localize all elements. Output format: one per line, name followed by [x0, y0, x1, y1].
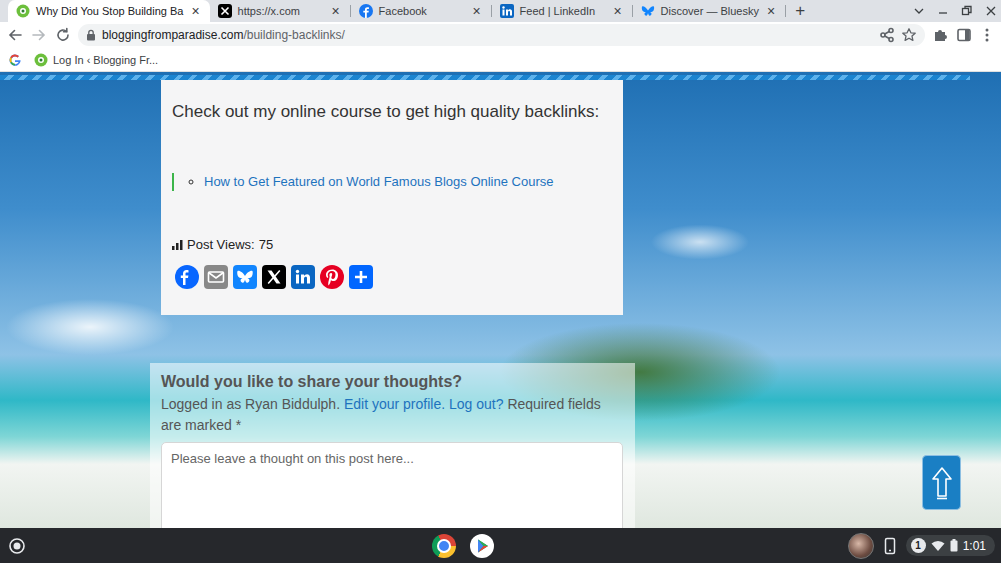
minimize-icon[interactable]	[937, 5, 949, 17]
tab-close-button[interactable]: ×	[765, 4, 777, 18]
post-views-label: Post Views:	[187, 237, 255, 253]
tab-separator	[350, 5, 351, 17]
chrome-app-icon[interactable]	[432, 534, 456, 558]
course-link-item: How to Get Featured on World Famous Blog…	[204, 173, 612, 191]
battery-icon	[950, 539, 958, 552]
browser-tab[interactable]: Discover — Bluesky ×	[633, 0, 786, 22]
x-share-icon[interactable]	[262, 265, 286, 289]
web-page: Check out my online course to get high q…	[0, 72, 1001, 528]
chrome-core-icon	[437, 539, 451, 553]
tab-close-button[interactable]: ×	[470, 4, 482, 18]
browser-tab[interactable]: https://x.com ×	[210, 0, 350, 22]
bookmarks-bar: Log In ‹ Blogging Fr...	[0, 48, 1001, 72]
email-share-icon[interactable]	[204, 265, 228, 289]
tab-close-button[interactable]: ×	[611, 4, 623, 18]
menu-dots-icon[interactable]	[979, 26, 995, 44]
forward-arrow-icon[interactable]	[30, 26, 48, 44]
restore-icon[interactable]	[961, 5, 973, 17]
bluesky-favicon-icon	[641, 4, 655, 18]
notification-count: 1	[911, 538, 926, 553]
launcher-icon[interactable]	[8, 537, 26, 555]
back-arrow-icon[interactable]	[6, 26, 24, 44]
side-panel-icon[interactable]	[955, 26, 973, 44]
tab-close-button[interactable]: ×	[329, 4, 341, 18]
tab-label: Facebook	[379, 5, 465, 17]
browser-tab[interactable]: Feed | LinkedIn ×	[492, 0, 632, 22]
pinterest-share-icon[interactable]	[320, 265, 344, 289]
tab-strip: Why Did You Stop Building Ba×https://x.c…	[0, 0, 1001, 22]
tab-search-chevron-icon[interactable]	[913, 5, 925, 17]
edit-profile-link[interactable]: Edit your profile.	[344, 396, 445, 412]
tab-close-button[interactable]: ×	[189, 4, 201, 18]
status-area: 1 1:01	[848, 533, 995, 559]
close-window-icon[interactable]	[985, 5, 997, 17]
account-avatar[interactable]	[848, 533, 874, 559]
x-favicon-icon	[218, 4, 232, 18]
required-mark: *	[236, 417, 241, 433]
reload-icon[interactable]	[54, 26, 72, 44]
logged-in-text: Logged in as Ryan Biddulph.	[161, 396, 340, 412]
post-views-count: 75	[259, 237, 273, 253]
comment-textarea[interactable]	[161, 442, 623, 528]
more-share-icon[interactable]	[349, 265, 373, 289]
wifi-icon	[931, 540, 945, 552]
linkedin-share-icon[interactable]	[291, 265, 315, 289]
google-logo-icon[interactable]	[8, 53, 22, 67]
browser-tab[interactable]: Facebook ×	[351, 0, 491, 22]
clock-time: 1:01	[963, 539, 986, 553]
bluesky-share-icon[interactable]	[233, 265, 257, 289]
launcher-area	[8, 537, 38, 555]
url-path: /building-backlinks/	[243, 28, 344, 42]
system-tray[interactable]: 1 1:01	[906, 535, 995, 556]
address-field[interactable]: bloggingfromparadise.com/building-backli…	[78, 24, 925, 46]
toolbar: bloggingfromparadise.com/building-backli…	[0, 22, 1001, 48]
shelf-apps	[38, 534, 848, 558]
tab-separator	[491, 5, 492, 17]
tab-label: Discover — Bluesky	[661, 5, 759, 17]
extensions-puzzle-icon[interactable]	[931, 26, 949, 44]
facebook-favicon-icon	[359, 4, 373, 18]
post-views: Post Views:75	[172, 237, 612, 253]
window-controls	[913, 0, 1001, 22]
bookmark-star-icon[interactable]	[901, 27, 917, 43]
browser-tab[interactable]: Why Did You Stop Building Ba ×	[8, 0, 210, 22]
logged-in-note: Logged in as Ryan Biddulph. Edit your pr…	[161, 394, 623, 436]
up-arrow-icon	[931, 466, 953, 500]
course-link-list: How to Get Featured on World Famous Blog…	[172, 173, 612, 191]
taskbar: 1 1:01	[0, 528, 1001, 563]
new-tab-button[interactable]: +	[786, 0, 814, 22]
facebook-share-icon[interactable]	[175, 265, 199, 289]
phone-hub-icon[interactable]	[884, 537, 896, 555]
post-footer-card: Check out my online course to get high q…	[161, 80, 623, 315]
linkedin-favicon-icon	[500, 4, 514, 18]
play-store-app-icon[interactable]	[470, 534, 494, 558]
url-domain: bloggingfromparadise.com	[102, 28, 243, 42]
comment-heading: Would you like to share your thoughts?	[161, 372, 623, 392]
tab-label: https://x.com	[238, 5, 324, 17]
tab-separator	[785, 5, 786, 17]
tab-separator	[632, 5, 633, 17]
comment-form: Would you like to share your thoughts?Lo…	[150, 363, 635, 528]
log-out-link[interactable]: Log out?	[449, 396, 504, 412]
tab-label: Why Did You Stop Building Ba	[36, 5, 183, 17]
tab-label: Feed | LinkedIn	[520, 5, 606, 17]
course-intro: Check out my online course to get high q…	[172, 101, 612, 123]
blog-favicon-icon	[34, 53, 48, 67]
bookmark[interactable]: Log In ‹ Blogging Fr...	[30, 51, 162, 69]
lock-icon	[86, 29, 96, 41]
share-buttons	[172, 265, 612, 289]
blog-favicon-icon	[16, 4, 30, 18]
bookmark-label: Log In ‹ Blogging Fr...	[53, 54, 158, 66]
course-link[interactable]: How to Get Featured on World Famous Blog…	[204, 174, 553, 189]
share-icon[interactable]	[879, 27, 895, 43]
url-text: bloggingfromparadise.com/building-backli…	[102, 28, 873, 42]
scroll-to-top-button[interactable]	[922, 455, 961, 510]
bar-chart-icon	[172, 240, 183, 250]
